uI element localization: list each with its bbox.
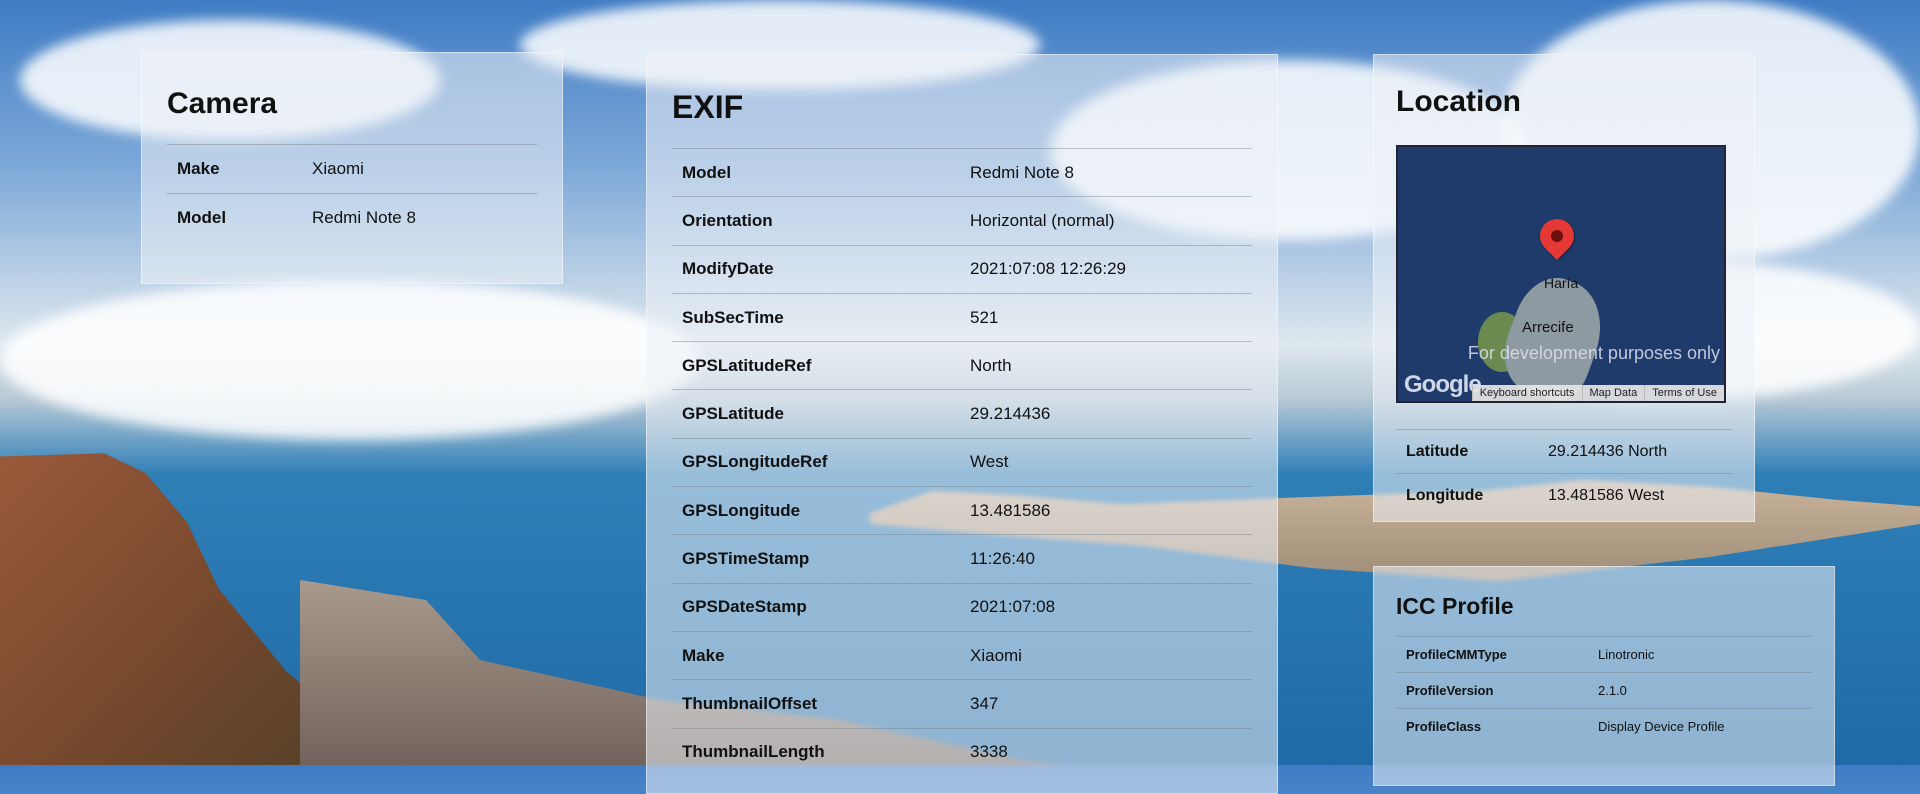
table-row: GPSDateStamp 2021:07:08 (672, 582, 1252, 632)
map-view[interactable]: Haría Arrecife For development purposes … (1396, 145, 1726, 403)
table-row: Model Redmi Note 8 (167, 193, 537, 242)
location-panel: Location Haría Arrecife For development … (1373, 54, 1755, 522)
row-value: Redmi Note 8 (960, 147, 1252, 197)
table-row: ThumbnailLength 3338 (672, 727, 1252, 776)
keyboard-shortcuts-link[interactable]: Keyboard shortcuts (1471, 385, 1582, 401)
row-value: Redmi Note 8 (302, 193, 537, 242)
row-value: West (960, 437, 1252, 487)
row-key: ProfileVersion (1396, 672, 1588, 709)
row-key: GPSLatitudeRef (672, 341, 960, 390)
row-value: Linotronic (1588, 636, 1812, 673)
row-key: Orientation (672, 196, 960, 246)
map-footer: Keyboard shortcuts Map Data Terms of Use (1471, 385, 1724, 401)
table-row: Latitude 29.214436 North (1396, 429, 1732, 474)
map-city-label: Haría (1544, 275, 1579, 291)
row-key: GPSDateStamp (672, 582, 960, 632)
table-row: ThumbnailOffset 347 (672, 679, 1252, 729)
table-row: ModifyDate 2021:07:08 12:26:29 (672, 244, 1252, 294)
icc-title: ICC Profile (1396, 593, 1514, 619)
table-row: ProfileVersion 2.1.0 (1396, 672, 1812, 709)
row-value: 2021:07:08 (960, 582, 1252, 632)
row-value: 3338 (960, 727, 1252, 776)
row-value: North (960, 341, 1252, 390)
row-key: Model (672, 147, 960, 197)
row-value: 11:26:40 (960, 534, 1252, 584)
exif-title: EXIF (672, 89, 744, 125)
row-value: Display Device Profile (1588, 708, 1812, 744)
row-value: 29.214436 (960, 389, 1252, 439)
row-value: 2.1.0 (1588, 672, 1812, 709)
table-row: ProfileClass Display Device Profile (1396, 708, 1812, 744)
row-key: Make (672, 630, 960, 680)
row-key: Model (167, 193, 302, 242)
row-value: 521 (960, 292, 1252, 342)
table-row: Make Xiaomi (167, 144, 537, 194)
table-row: ProfileCMMType Linotronic (1396, 636, 1812, 673)
exif-table: Model Redmi Note 8 Orientation Horizontal … (672, 147, 1252, 776)
row-key: ThumbnailOffset (672, 679, 960, 729)
row-value: 2021:07:08 12:26:29 (960, 244, 1252, 294)
camera-title: Camera (167, 87, 278, 120)
map-pin-icon[interactable] (1532, 211, 1582, 261)
row-key: ThumbnailLength (672, 727, 960, 776)
row-key: Make (167, 144, 302, 194)
row-value: 13.481586 (960, 486, 1252, 535)
row-value: 347 (960, 679, 1252, 729)
exif-panel: EXIF Model Redmi Note 8 Orientation Horizo… (646, 54, 1278, 794)
row-value: 29.214436 North (1538, 429, 1732, 474)
row-key: ProfileCMMType (1396, 636, 1588, 673)
map-city-label: Arrecife (1522, 319, 1574, 336)
camera-table: Make Xiaomi Model Redmi Note 8 (167, 144, 537, 242)
table-row: GPSTimeStamp 11:26:40 (672, 534, 1252, 584)
table-row: GPSLongitude 13.481586 (672, 486, 1252, 535)
row-value: 13.481586 West (1538, 473, 1732, 517)
row-key: GPSTimeStamp (672, 534, 960, 584)
map-dev-notice: For development purposes only (1467, 343, 1720, 363)
location-title: Location (1396, 85, 1521, 118)
table-row: Model Redmi Note 8 (672, 147, 1252, 197)
map-data-link[interactable]: Map Data (1581, 385, 1645, 401)
terms-of-use-link[interactable]: Terms of Use (1644, 385, 1724, 401)
table-row: GPSLongitudeRef West (672, 437, 1252, 487)
row-value: Horizontal (normal) (960, 196, 1252, 246)
table-row: Orientation Horizontal (normal) (672, 196, 1252, 246)
row-value: Xiaomi (302, 144, 537, 194)
row-key: SubSecTime (672, 292, 960, 342)
table-row: GPSLatitude 29.214436 (672, 389, 1252, 439)
row-key: GPSLatitude (672, 389, 960, 439)
table-row: Make Xiaomi (672, 630, 1252, 680)
row-key: Longitude (1396, 473, 1538, 517)
google-logo: Google (1404, 371, 1482, 398)
icc-table: ProfileCMMType Linotronic ProfileVersion 2… (1396, 636, 1812, 744)
camera-panel: Camera Make Xiaomi Model Redmi Note 8 (141, 52, 563, 284)
row-value: Xiaomi (960, 630, 1252, 680)
icc-profile-panel: ICC Profile ProfileCMMType Linotronic Pro… (1373, 566, 1835, 786)
row-key: ProfileClass (1396, 708, 1588, 744)
row-key: Latitude (1396, 429, 1538, 474)
row-key: ModifyDate (672, 244, 960, 294)
row-key: GPSLongitudeRef (672, 437, 960, 487)
table-row: GPSLatitudeRef North (672, 341, 1252, 390)
location-table: Latitude 29.214436 North Longitude 13.48… (1396, 429, 1732, 517)
row-key: GPSLongitude (672, 486, 960, 535)
table-row: SubSecTime 521 (672, 292, 1252, 342)
table-row: Longitude 13.481586 West (1396, 473, 1732, 517)
